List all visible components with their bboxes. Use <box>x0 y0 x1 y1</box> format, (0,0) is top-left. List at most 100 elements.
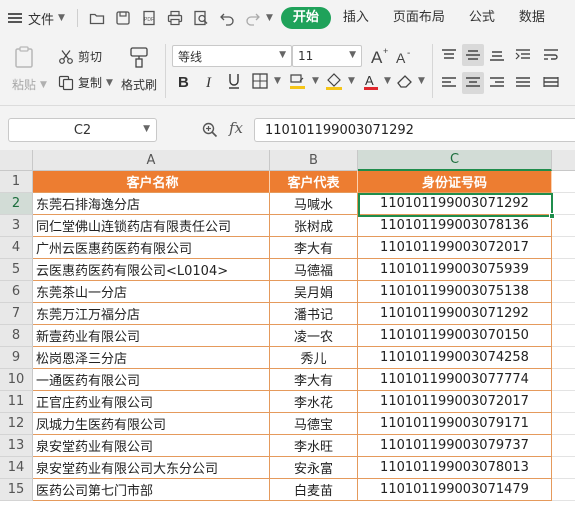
tab-data[interactable]: 数据 <box>507 7 557 29</box>
cell-customer-name[interactable]: 松岗恩泽三分店 <box>33 347 270 369</box>
cell-customer-name[interactable]: 云医惠药医药有限公司<L0104> <box>33 259 270 281</box>
empty-cell[interactable] <box>552 215 575 237</box>
align-right-icon[interactable] <box>486 72 508 94</box>
align-left-icon[interactable] <box>438 72 460 94</box>
header-cell-customer-rep[interactable]: 客户代表 <box>270 171 358 193</box>
empty-cell[interactable] <box>552 281 575 303</box>
fill-color-icon[interactable]: ▼ <box>288 72 319 90</box>
tab-home[interactable]: 开始 <box>280 7 331 29</box>
italic-icon[interactable]: I <box>202 72 218 90</box>
cell-customer-rep[interactable]: 秀儿 <box>270 347 358 369</box>
empty-cell[interactable] <box>552 347 575 369</box>
formula-input[interactable]: 110101199003071292 <box>254 118 575 142</box>
header-cell-id-number[interactable]: 身份证号码 <box>358 171 552 193</box>
format-painter-icon[interactable] <box>128 46 150 68</box>
cell-customer-rep[interactable]: 李大有 <box>270 369 358 391</box>
row-header[interactable]: 7 <box>0 303 33 325</box>
tab-formulas[interactable]: 公式 <box>457 7 507 29</box>
cell-customer-rep[interactable]: 白麦苗 <box>270 479 358 501</box>
underline-icon[interactable] <box>226 72 242 90</box>
row-header[interactable]: 1 <box>0 171 33 193</box>
cell-id-number[interactable]: 110101199003072017 <box>358 391 552 413</box>
format-painter-button[interactable]: 格式刷 <box>121 76 157 93</box>
cell-customer-rep[interactable]: 马德福 <box>270 259 358 281</box>
align-middle-icon[interactable] <box>462 44 484 66</box>
print-preview-icon[interactable] <box>190 7 212 29</box>
cell-customer-rep[interactable]: 张树成 <box>270 215 358 237</box>
cell-id-number[interactable]: 110101199003075939 <box>358 259 552 281</box>
font-size-select[interactable]: 11 ▼ <box>292 45 362 67</box>
row-header[interactable]: 10 <box>0 369 33 391</box>
cell-customer-name[interactable]: 同仁堂佛山连锁药店有限责任公司 <box>33 215 270 237</box>
paste-button[interactable]: 粘贴 ▼ <box>12 76 47 93</box>
row-header[interactable]: 8 <box>0 325 33 347</box>
cell-id-number[interactable]: 110101199003075138 <box>358 281 552 303</box>
cell-customer-name[interactable]: 新壹药业有限公司 <box>33 325 270 347</box>
zoom-icon[interactable] <box>202 122 218 141</box>
empty-cell[interactable] <box>552 457 575 479</box>
row-header[interactable]: 12 <box>0 413 33 435</box>
row-header[interactable]: 15 <box>0 479 33 501</box>
save-icon[interactable] <box>112 7 134 29</box>
cell-customer-name[interactable]: 医药公司第七门市部 <box>33 479 270 501</box>
cell-customer-rep[interactable]: 安永富 <box>270 457 358 479</box>
cell-customer-name[interactable]: 东莞万江万福分店 <box>33 303 270 325</box>
fill-handle[interactable] <box>549 213 555 219</box>
cut-button[interactable]: 剪切 <box>58 48 102 65</box>
font-color-icon[interactable]: A ▼ <box>362 72 391 90</box>
cell-id-number[interactable]: 110101199003077774 <box>358 369 552 391</box>
redo-icon[interactable] <box>242 7 264 29</box>
row-header[interactable]: 5 <box>0 259 33 281</box>
column-header-d[interactable] <box>552 150 575 171</box>
empty-cell[interactable] <box>552 413 575 435</box>
name-box[interactable]: C2 ▼ <box>8 118 157 142</box>
column-header-a[interactable]: A <box>33 150 270 171</box>
cell-customer-rep[interactable]: 凌一农 <box>270 325 358 347</box>
cell-customer-name[interactable]: 广州云医惠药医药有限公司 <box>33 237 270 259</box>
indent-icon[interactable] <box>512 44 534 66</box>
cell-id-number[interactable]: 110101199003078013 <box>358 457 552 479</box>
empty-cell[interactable] <box>552 193 575 215</box>
align-center-icon[interactable] <box>462 72 484 94</box>
cell-id-number[interactable]: 110101199003079171 <box>358 413 552 435</box>
justify-icon[interactable] <box>512 72 534 94</box>
empty-cell[interactable] <box>552 325 575 347</box>
cell-customer-name[interactable]: 一通医药有限公司 <box>33 369 270 391</box>
row-header[interactable]: 6 <box>0 281 33 303</box>
header-cell-customer-name[interactable]: 客户名称 <box>33 171 270 193</box>
cell-customer-name[interactable]: 泉安堂药业有限公司大东分公司 <box>33 457 270 479</box>
row-header[interactable]: 4 <box>0 237 33 259</box>
row-header[interactable]: 14 <box>0 457 33 479</box>
bold-icon[interactable]: B <box>176 72 192 90</box>
cell-customer-name[interactable]: 东莞茶山一分店 <box>33 281 270 303</box>
empty-cell[interactable] <box>552 479 575 501</box>
cell-customer-name[interactable]: 泉安堂药业有限公司 <box>33 435 270 457</box>
empty-cell[interactable] <box>552 303 575 325</box>
cell-id-number[interactable]: 110101199003074258 <box>358 347 552 369</box>
undo-icon[interactable] <box>216 7 238 29</box>
increase-font-size-icon[interactable]: A + <box>370 46 390 66</box>
cell-id-number[interactable]: 110101199003071292 <box>358 193 552 215</box>
open-folder-icon[interactable] <box>86 7 108 29</box>
cell-id-number[interactable]: 110101199003079737 <box>358 435 552 457</box>
cell-customer-rep[interactable]: 吴月娟 <box>270 281 358 303</box>
align-bottom-icon[interactable] <box>486 44 508 66</box>
paste-icon[interactable] <box>12 46 36 68</box>
column-header-c[interactable]: C <box>358 150 552 171</box>
row-header[interactable]: 3 <box>0 215 33 237</box>
empty-cell[interactable] <box>552 391 575 413</box>
select-all-corner[interactable] <box>0 150 33 171</box>
copy-button[interactable]: 复制 ▼ <box>58 74 113 91</box>
empty-cell[interactable] <box>552 171 575 193</box>
chevron-down-icon[interactable]: ▼ <box>266 13 273 23</box>
wrap-text-icon[interactable] <box>540 44 562 66</box>
row-header[interactable]: 13 <box>0 435 33 457</box>
font-name-select[interactable]: 等线 ▼ <box>172 45 292 67</box>
row-header[interactable]: 9 <box>0 347 33 369</box>
cell-customer-rep[interactable]: 李大有 <box>270 237 358 259</box>
empty-cell[interactable] <box>552 369 575 391</box>
cell-customer-name[interactable]: 东莞石排海逸分店 <box>33 193 270 215</box>
cell-customer-name[interactable]: 正官庄药业有限公司 <box>33 391 270 413</box>
cell-customer-rep[interactable]: 李水花 <box>270 391 358 413</box>
cell-customer-rep[interactable]: 马德宝 <box>270 413 358 435</box>
